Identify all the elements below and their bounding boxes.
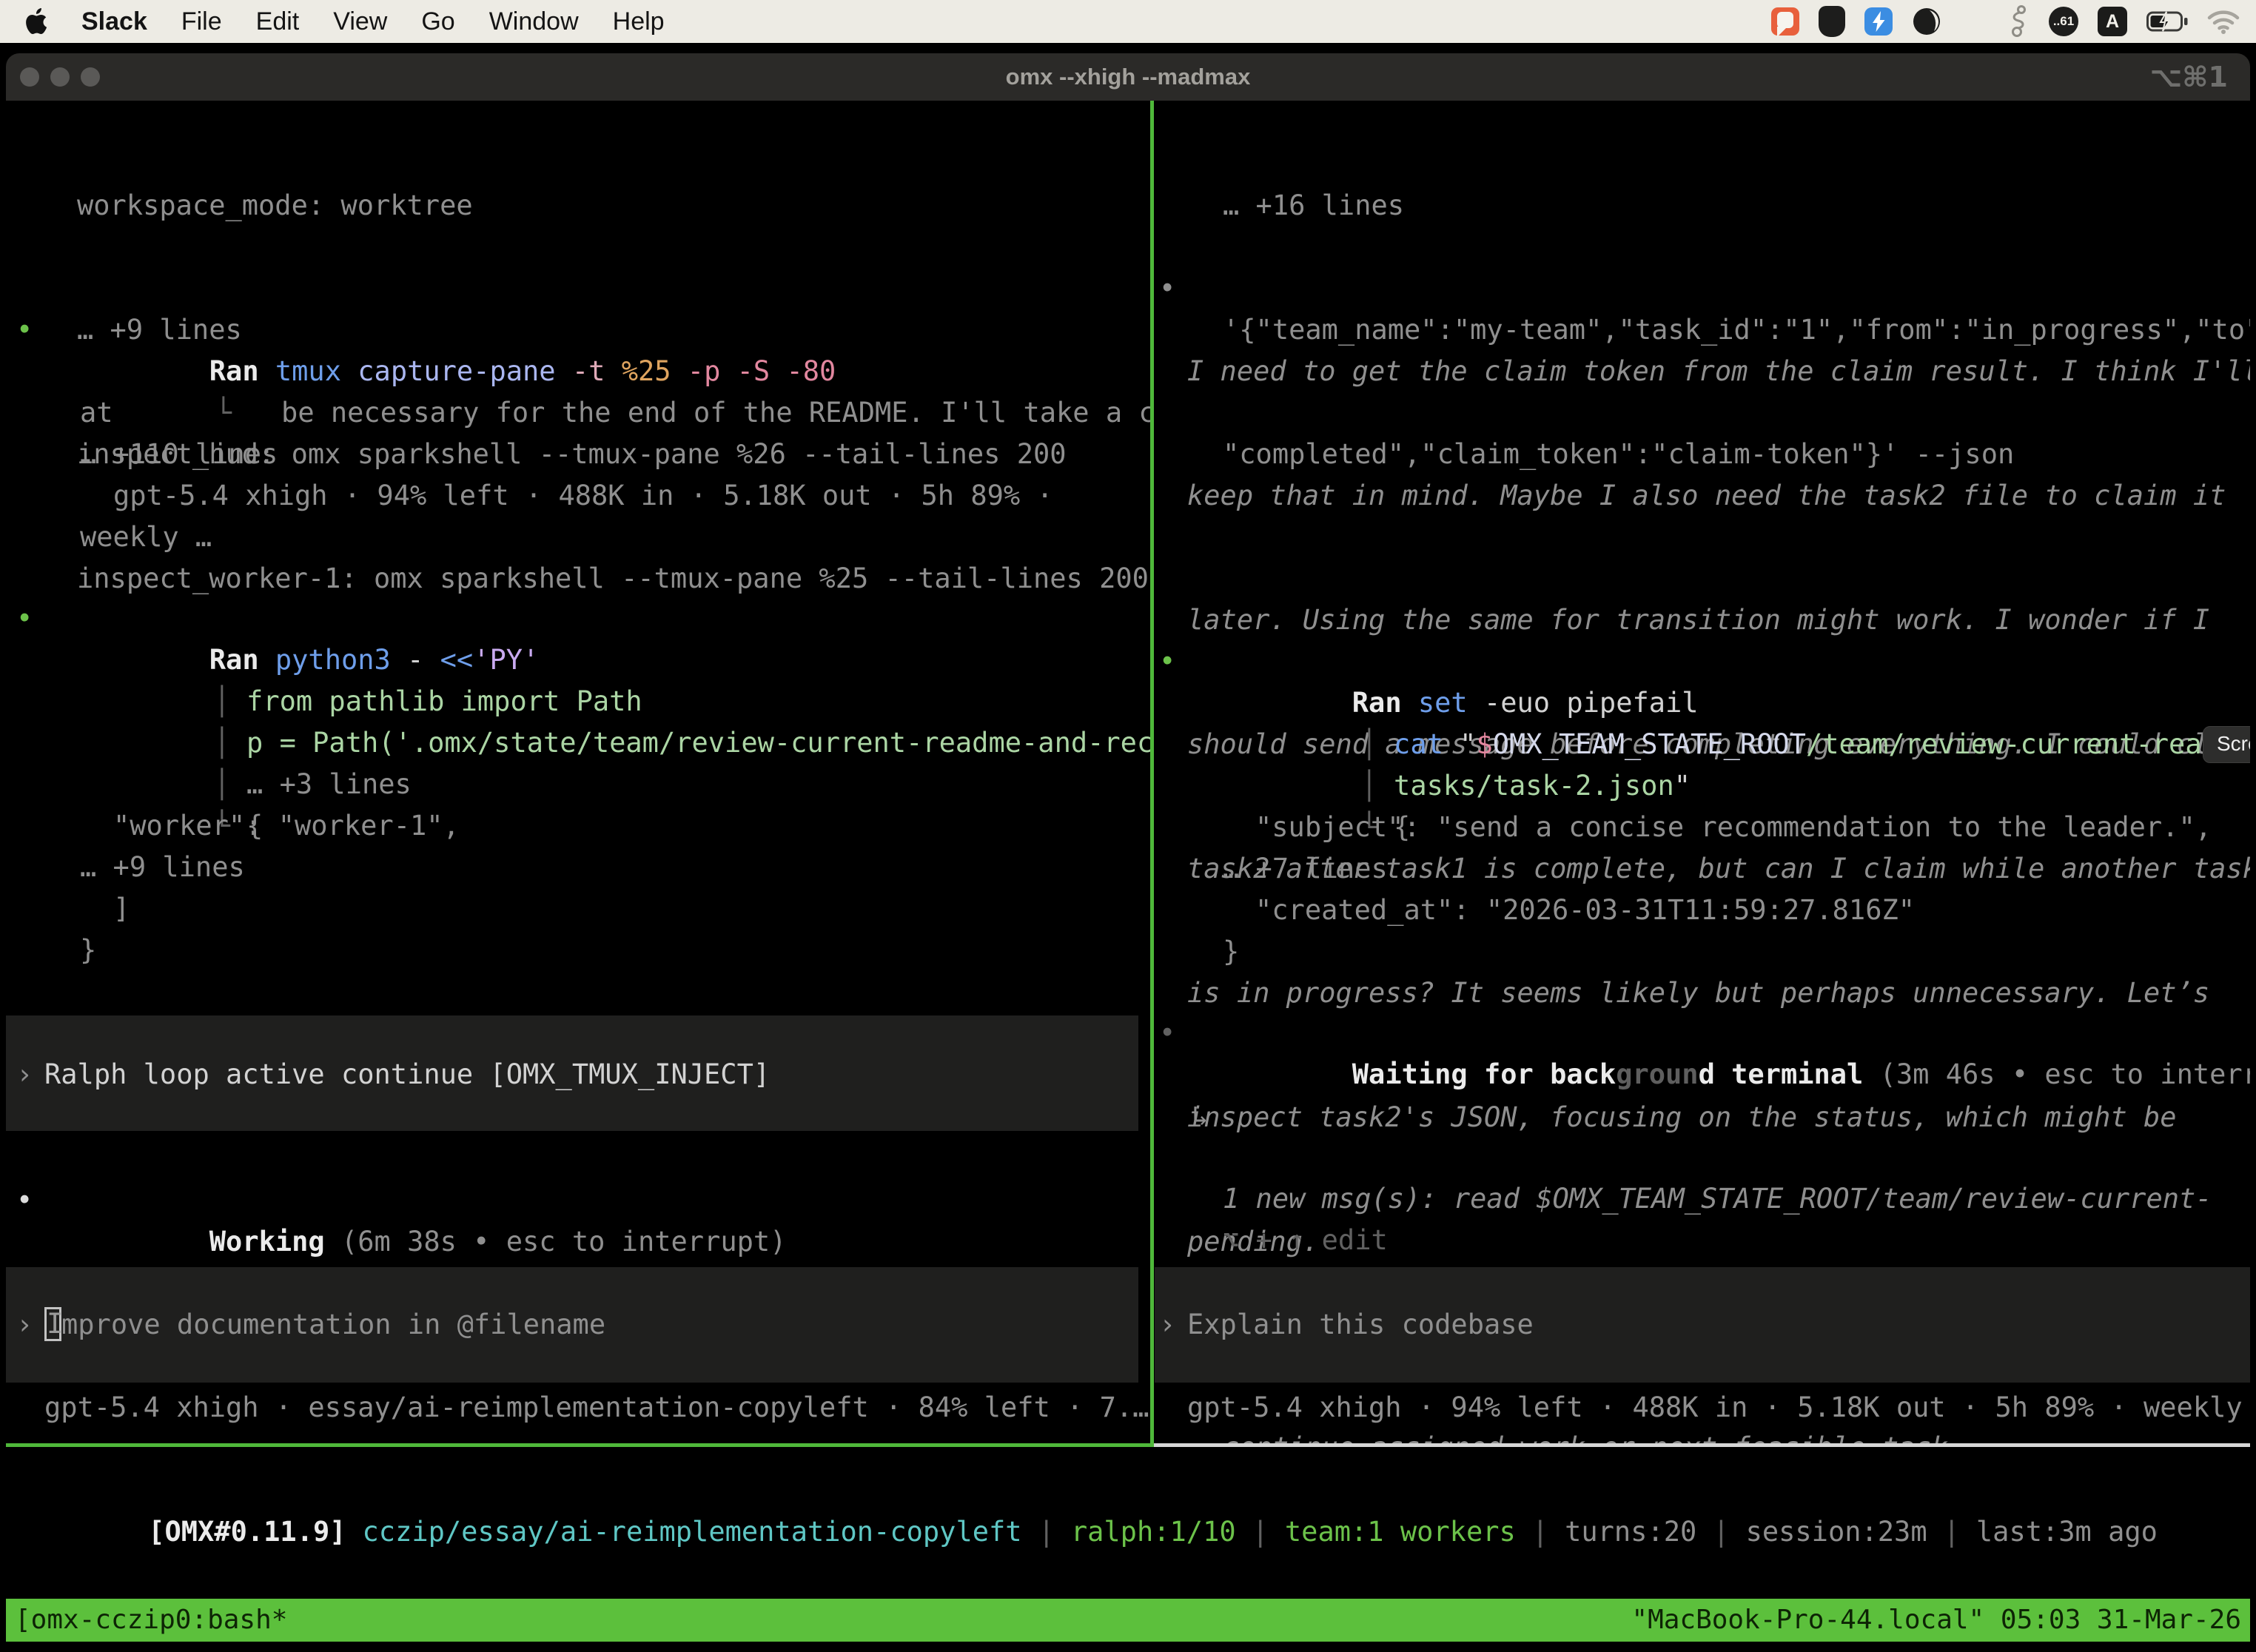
status-bullet: •: [16, 1180, 33, 1221]
pane-divider[interactable]: [1150, 101, 1154, 1447]
omx-team-workers: team:1 workers: [1285, 1516, 1516, 1548]
command-output-line: }: [80, 930, 96, 971]
status-bullet: •: [1159, 1013, 1175, 1054]
count-badge-icon[interactable]: ..61: [2049, 7, 2078, 36]
mailbox-arrow: ↳: [1192, 1095, 1208, 1137]
command-output-line: ]: [113, 888, 130, 930]
menu-item-file[interactable]: File: [181, 7, 222, 36]
prompt-placeholder: mprove documentation in @filename: [61, 1304, 605, 1346]
more-lines-indicator: … +9 lines: [80, 847, 245, 888]
terminal-content: workspace_mode: worktree … +9 lines insp…: [6, 101, 2250, 1652]
omx-version: [OMX#0.11.9]: [148, 1516, 346, 1548]
tmux-status-bar: [omx-cczip0:bash* "MacBook-Pro-44.local"…: [6, 1599, 2250, 1642]
menu-bar: Slack File Edit View Go Window Help: [0, 0, 2256, 43]
wifi-icon[interactable]: [2207, 9, 2240, 34]
omx-last-activity: last:3m ago: [1976, 1516, 2158, 1548]
window-titlebar: omx --xhigh --madmax ⌥⌘1: [6, 53, 2250, 101]
inject-banner-text: Ralph loop active continue [OMX_TMUX_INJ…: [44, 1054, 770, 1095]
pane-border-bottom-right: [1154, 1443, 2250, 1447]
command-output-line: }: [1223, 931, 1239, 973]
more-lines-indicator: … +7 lines: [1223, 848, 1388, 890]
desktop: Slack File Edit View Go Window Help: [0, 0, 2256, 1652]
menu-item-help[interactable]: Help: [613, 7, 665, 36]
menu-item-edit[interactable]: Edit: [256, 7, 300, 36]
menu-item-view[interactable]: View: [333, 7, 387, 36]
command-output-line: at: [80, 392, 113, 434]
omx-turns: turns:20: [1565, 1516, 1696, 1548]
pane-status-line: gpt-5.4 xhigh · essay/ai-reimplementatio…: [44, 1387, 1149, 1428]
bolt-badge-icon[interactable]: [1864, 7, 1893, 36]
left-terminal-pane: workspace_mode: worktree … +9 lines insp…: [6, 101, 1150, 1447]
edit-hint: ⌥ + ↑ edit: [1223, 1220, 1388, 1261]
command-output-line: "subject": "send a concise recommendatio…: [1255, 807, 2212, 848]
terminal-window: omx --xhigh --madmax ⌥⌘1 workspace_mode:…: [6, 53, 2250, 1652]
apple-menu-icon[interactable]: [25, 8, 47, 35]
menu-item-window[interactable]: Window: [489, 7, 579, 36]
prompt-chevron: ›: [16, 1054, 33, 1095]
right-terminal-pane: … +16 lines '{"team_name":"my-team","tas…: [1149, 101, 2250, 1447]
omx-session: session:23m: [1746, 1516, 1927, 1548]
pane-status-line: gpt-5.4 xhigh · 94% left · 488K in · 5.1…: [1187, 1387, 2250, 1428]
command-output-line: "worker": "worker-1",: [113, 805, 460, 847]
text-cursor: I: [44, 1307, 61, 1341]
messages-icon[interactable]: [1771, 7, 1799, 36]
command-bullet: •: [1159, 641, 1175, 682]
menu-item-go[interactable]: Go: [421, 7, 454, 36]
window-shortcut-badge: ⌥⌘1: [2150, 53, 2228, 101]
battery-icon[interactable]: [2146, 10, 2188, 33]
more-lines-indicator: … +110 lines: [80, 434, 278, 475]
command-output-line: "created_at": "2026-03-31T11:59:27.816Z": [1255, 890, 1915, 931]
prompt-placeholder: Explain this codebase: [1187, 1304, 1534, 1346]
prompt-chevron: ›: [16, 1304, 33, 1346]
omx-ralph-count: ralph:1/10: [1071, 1516, 1236, 1548]
tmux-session-name: [omx-cczip0:bash*: [15, 1599, 287, 1641]
pane-border-bottom-left: [6, 1443, 1150, 1447]
prompt-chevron: ›: [1159, 1304, 1175, 1346]
menu-app-name[interactable]: Slack: [81, 7, 147, 36]
command-output-line: gpt-5.4 xhigh · 94% left · 488K in · 5.1…: [113, 475, 1053, 517]
command-bullet: •: [16, 598, 33, 639]
input-source-icon[interactable]: A: [2098, 7, 2127, 36]
omx-status-line: [OMX#0.11.9] cczip/essay/ai-reimplementat…: [16, 1470, 2158, 1594]
tmux-host-time: "MacBook-Pro-44.local" 05:03 31-Mar-26: [1631, 1599, 2241, 1641]
omx-repo: cczip/essay/ai-reimplementation-copyleft: [363, 1516, 1022, 1548]
pie-chart-icon[interactable]: [1912, 7, 1941, 36]
window-title: omx --xhigh --madmax: [6, 53, 2250, 101]
thought-bullet: •: [1159, 268, 1175, 309]
dots-grid-icon[interactable]: [1961, 8, 1988, 36]
screenshot-tooltip: Scre: [2203, 726, 2250, 763]
command-bullet: •: [16, 309, 33, 351]
command-output-line: weekly …: [80, 517, 212, 558]
shield-grid-icon[interactable]: [1819, 6, 1845, 37]
flow-icon[interactable]: [2007, 5, 2030, 38]
